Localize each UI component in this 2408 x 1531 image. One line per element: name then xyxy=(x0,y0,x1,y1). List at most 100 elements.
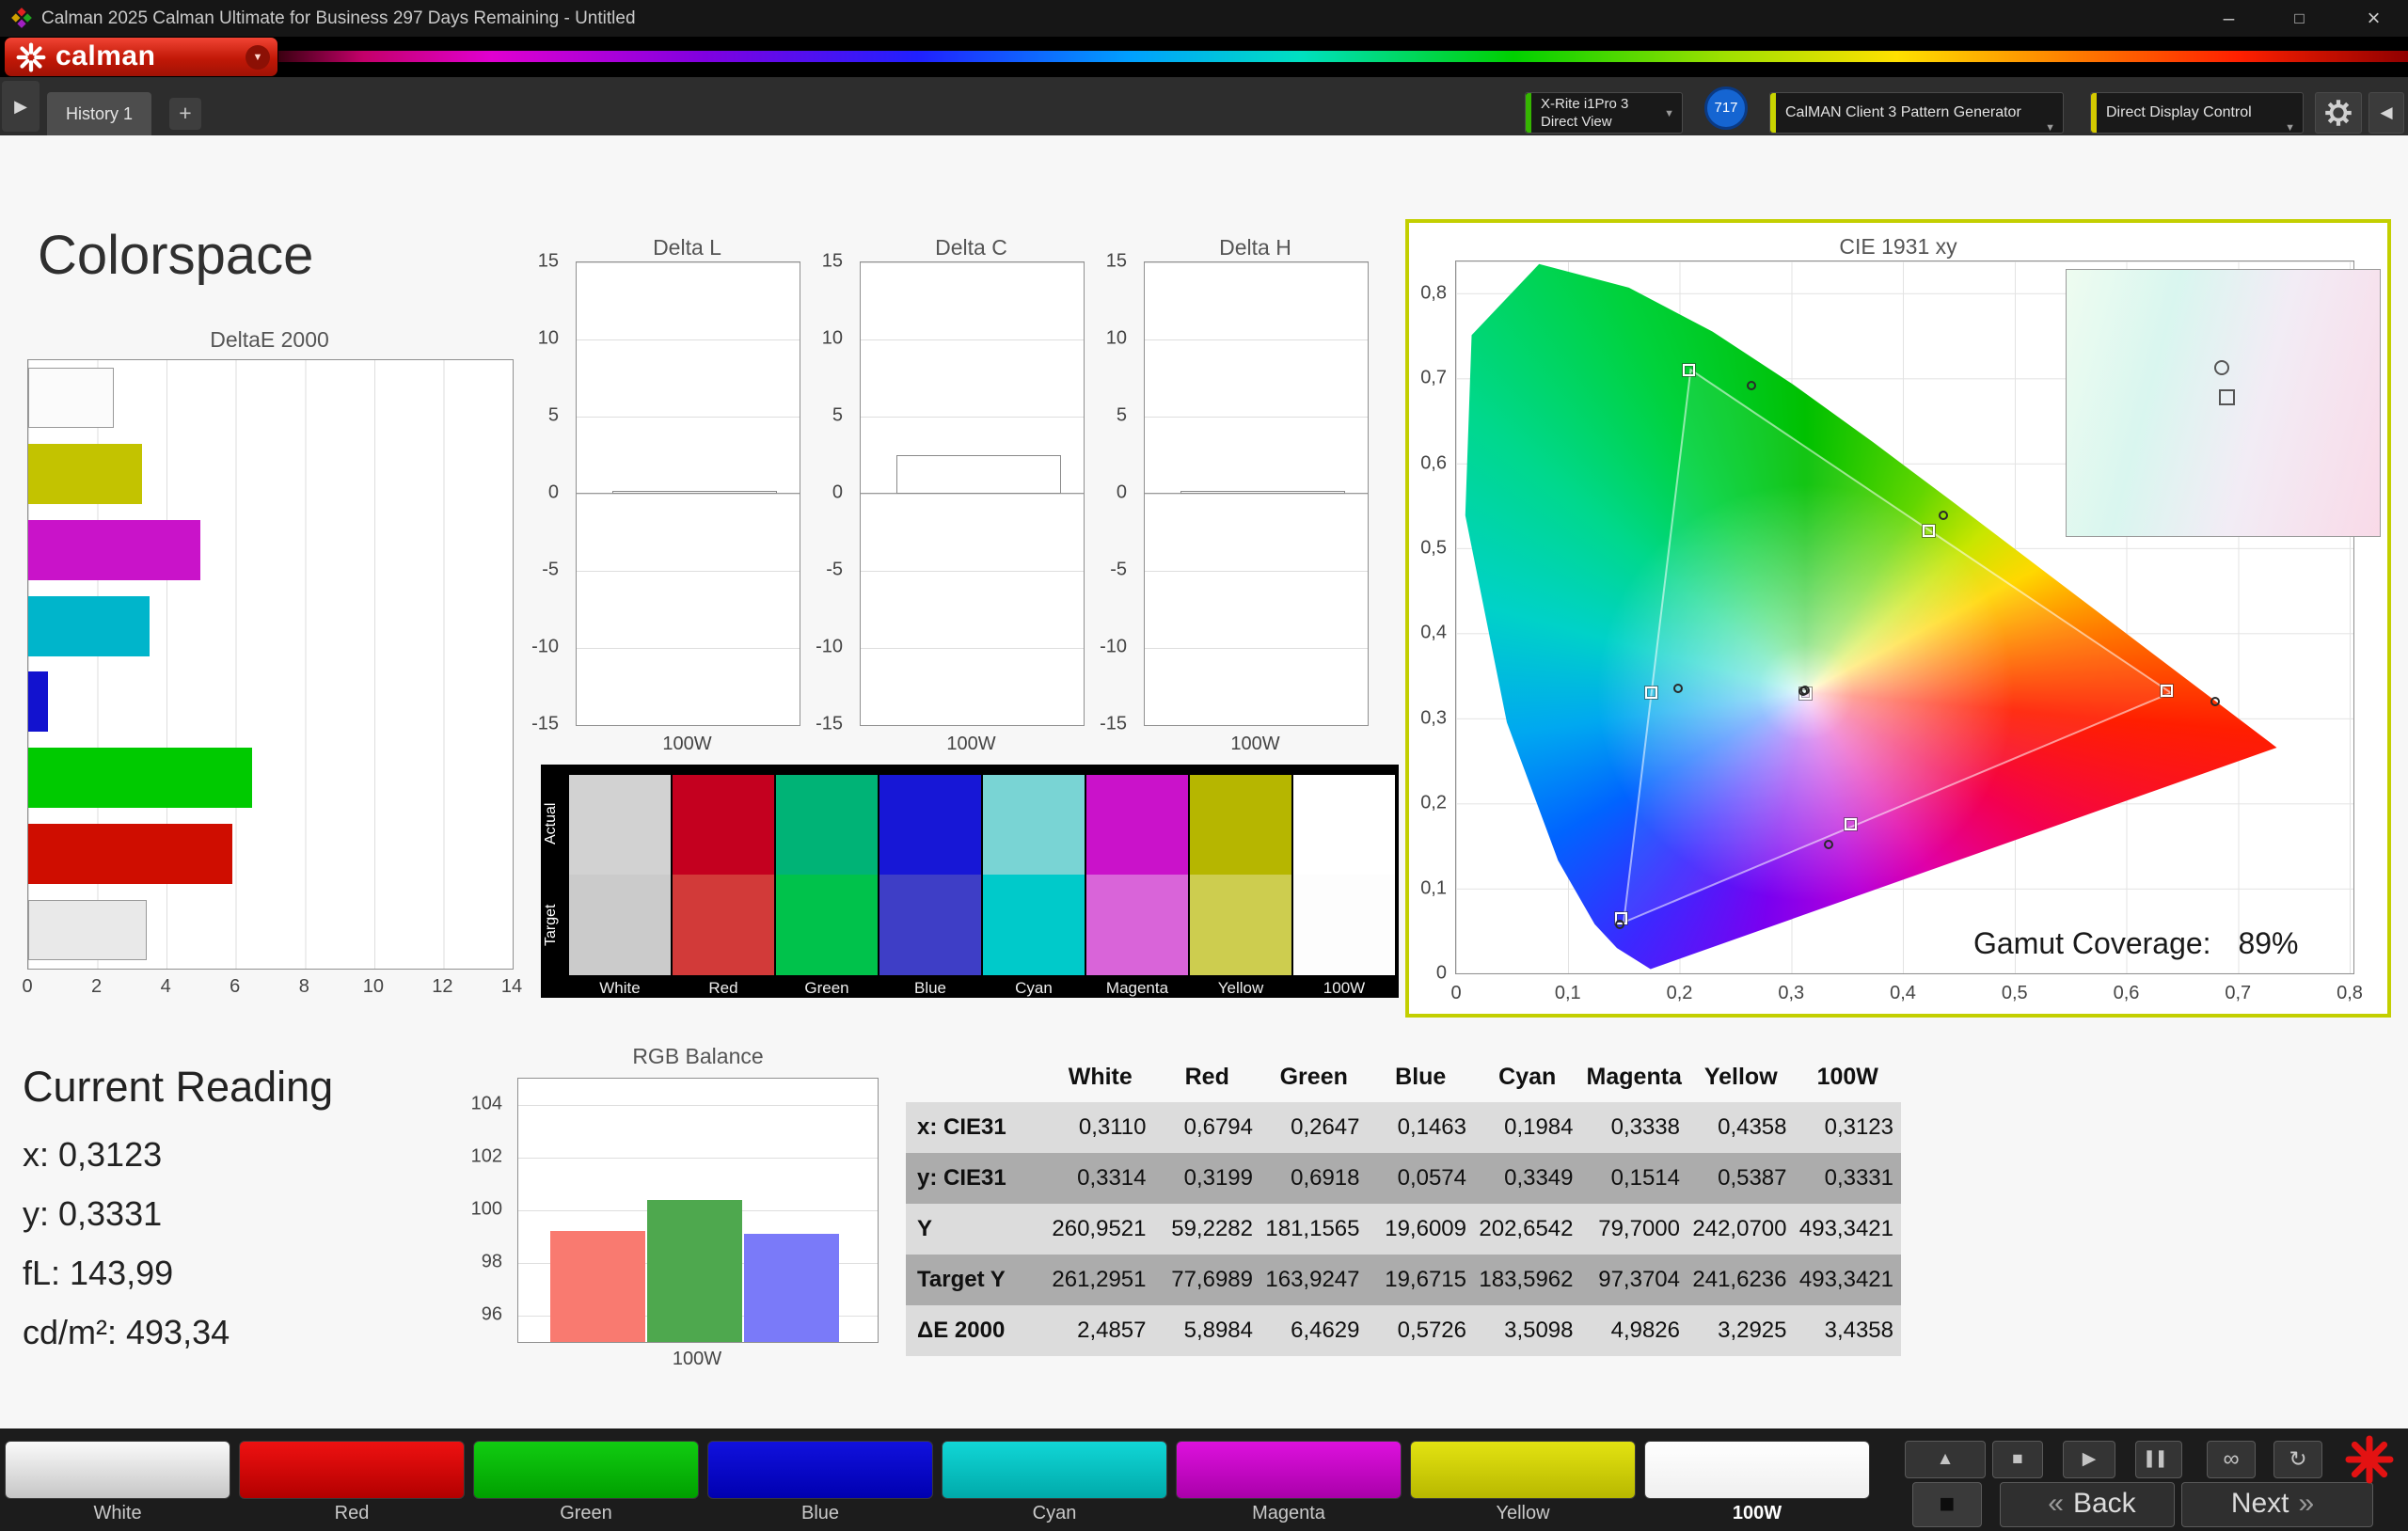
swatch-target-color xyxy=(673,875,774,975)
swatch-green: Green xyxy=(776,775,878,998)
swatch-actual-color xyxy=(879,775,981,875)
meter-mode: Direct View xyxy=(1541,114,1612,130)
swatch-yellow: Yellow xyxy=(1190,775,1291,998)
cie-target-marker xyxy=(1682,363,1695,376)
cie-ytick: 0 xyxy=(1435,962,1447,984)
table-cell: 260,9521 xyxy=(1052,1216,1147,1241)
gear-icon xyxy=(2325,100,2352,126)
gamut-coverage: Gamut Coverage: 89% xyxy=(1973,926,2368,961)
next-button[interactable]: Next » xyxy=(2181,1482,2373,1527)
pattern-button-magenta[interactable]: Magenta xyxy=(1176,1441,1402,1527)
swatch-target-color xyxy=(983,875,1085,975)
delta-ytick: -10 xyxy=(531,636,559,657)
calman-logo[interactable]: calman ▼ xyxy=(5,38,277,76)
column-header: Yellow xyxy=(1703,1064,1778,1090)
panel-expand-button[interactable]: ▶ xyxy=(2,81,40,132)
results-table: White Red Green Blue Cyan Magenta Yellow 100W x:… xyxy=(906,1051,1901,1356)
maximize-button[interactable]: □ xyxy=(2264,0,2335,37)
deltae-bar-cyan xyxy=(28,595,150,656)
swatch-magenta: Magenta xyxy=(1086,775,1188,998)
chart-title: Delta H xyxy=(1219,235,1291,260)
tab-history-1[interactable]: History 1 xyxy=(47,92,152,135)
cie-ytick: 0,7 xyxy=(1420,367,1447,388)
pattern-button-red[interactable]: Red xyxy=(239,1441,465,1527)
delta-ytick: 5 xyxy=(1116,404,1127,426)
delta-ytick: 10 xyxy=(537,327,559,349)
delta-c-bar xyxy=(895,455,1062,494)
delta-ytick: 15 xyxy=(821,250,843,272)
swatch-cyan: Cyan xyxy=(983,775,1085,998)
swatch-label: Magenta xyxy=(1105,979,1169,997)
row-label: Y xyxy=(917,1216,933,1241)
table-row-4: ΔE 2000 2,4857 5,8984 6,4629 0,5726 3,5098 4,9… xyxy=(906,1305,1901,1356)
pattern-button-cyan[interactable]: Cyan xyxy=(942,1441,1167,1527)
add-tab-button[interactable]: + xyxy=(169,98,201,130)
red-asterisk-icon xyxy=(2345,1435,2394,1484)
pattern-label: White xyxy=(93,1503,142,1523)
swatch-blue: Blue xyxy=(879,775,981,998)
collapse-panel-button[interactable]: ◀ xyxy=(2368,92,2404,134)
pattern-swatch xyxy=(1644,1441,1870,1499)
pattern-button-yellow[interactable]: Yellow xyxy=(1410,1441,1636,1527)
refresh-icon: ↻ xyxy=(2289,1446,2307,1471)
table-cell: 0,6918 xyxy=(1291,1165,1360,1191)
close-button[interactable]: × xyxy=(2338,0,2408,37)
settings-button[interactable] xyxy=(2315,92,2362,134)
pattern-window-button[interactable]: ■ xyxy=(1912,1482,1982,1527)
deltae-xtick: 4 xyxy=(160,976,171,997)
meter-count-badge[interactable]: 717 xyxy=(1704,87,1748,130)
rgb-ytick: 104 xyxy=(470,1093,502,1114)
refresh-button[interactable]: ↻ xyxy=(2273,1441,2322,1478)
cie-xtick: 0,3 xyxy=(1778,983,1805,1003)
delta-ytick: -15 xyxy=(531,713,559,734)
swatch-actual-color xyxy=(776,775,878,875)
deltae-xtick: 10 xyxy=(362,976,384,997)
pattern-generator-dropdown[interactable]: CalMAN Client 3 Pattern Generator ▼ xyxy=(1769,92,2064,134)
deltae-xtick: 12 xyxy=(432,976,453,997)
table-cell: 163,9247 xyxy=(1265,1267,1360,1292)
panel-up-button[interactable]: ▲ xyxy=(1905,1441,1986,1478)
play-button[interactable]: ▶ xyxy=(2063,1441,2115,1478)
pause-button[interactable]: ▌▌ xyxy=(2135,1441,2182,1478)
table-cell: 0,5726 xyxy=(1397,1318,1466,1343)
table-cell: 0,3110 xyxy=(1078,1114,1147,1140)
table-cell: 19,6715 xyxy=(1385,1267,1466,1292)
pattern-button-blue[interactable]: Blue xyxy=(707,1441,933,1527)
minimize-button[interactable]: – xyxy=(2194,0,2264,37)
pattern-button-green[interactable]: Green xyxy=(473,1441,699,1527)
deltae-bar-yellow xyxy=(28,443,143,504)
pattern-label: Magenta xyxy=(1252,1503,1325,1523)
delta-ytick: -5 xyxy=(826,559,843,580)
next-label: Next xyxy=(2230,1488,2289,1519)
table-cell: 0,3338 xyxy=(1610,1114,1680,1140)
deltae-bar-100w xyxy=(28,900,148,961)
bottom-bar: White Red Green Blue Cyan Magenta Yellow 100W ▲… xyxy=(0,1428,2408,1531)
rgb-ytick: 96 xyxy=(481,1303,502,1325)
deltae-xtick: 0 xyxy=(22,976,33,997)
stop-button[interactable]: ■ xyxy=(1992,1441,2043,1478)
back-button[interactable]: « Back xyxy=(2000,1482,2175,1527)
meter-dropdown[interactable]: X-Rite i1Pro 3 Direct View ▼ xyxy=(1525,92,1683,134)
cie-ytick: 0,5 xyxy=(1420,537,1447,559)
table-cell: 0,3349 xyxy=(1504,1165,1574,1191)
pattern-label: 100W xyxy=(1732,1503,1782,1523)
delta-l-xlabel: 100W xyxy=(662,734,712,754)
table-cell: 3,2925 xyxy=(1718,1318,1787,1343)
row-label: Target Y xyxy=(917,1267,1006,1292)
logo-menu-caret[interactable]: ▼ xyxy=(246,45,270,70)
cie-xtick: 0 xyxy=(1450,983,1462,1003)
cie-measured-marker xyxy=(1614,920,1624,930)
delta-l-bar xyxy=(611,491,778,494)
swatch-strip: Actual Target White Red Green Blue Cyan Magen… xyxy=(541,765,1399,998)
pattern-button-100w[interactable]: 100W xyxy=(1644,1441,1870,1527)
table-cell: 0,3314 xyxy=(1077,1165,1147,1191)
pattern-swatch xyxy=(239,1441,465,1499)
delta-c-yticks: 15 10 5 0 -5 -10 -15 xyxy=(801,251,850,734)
loop-button[interactable]: ∞ xyxy=(2207,1441,2256,1478)
delta-ytick: -15 xyxy=(1100,713,1127,734)
table-cell: 6,4629 xyxy=(1291,1318,1360,1343)
pattern-button-white[interactable]: White xyxy=(5,1441,230,1527)
display-control-dropdown[interactable]: Direct Display Control ▼ xyxy=(2090,92,2304,134)
rgb-bar-green xyxy=(647,1199,742,1342)
delta-ytick: 10 xyxy=(821,327,843,349)
